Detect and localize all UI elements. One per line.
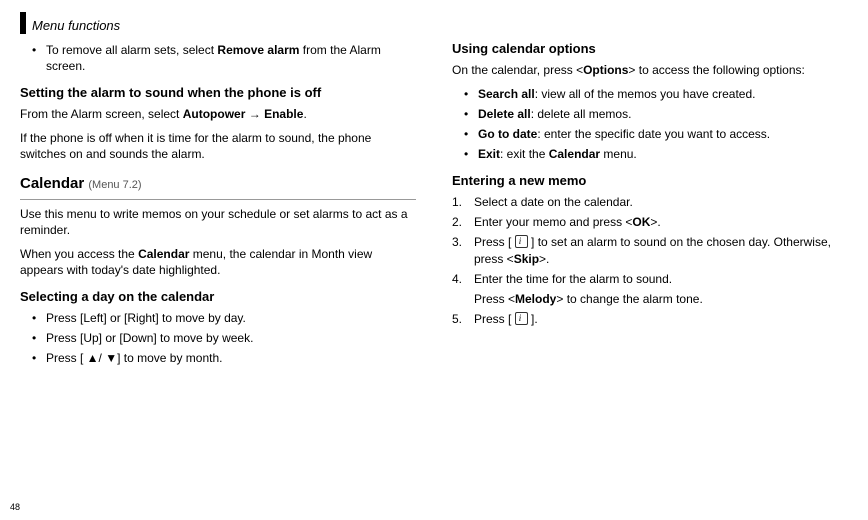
text: > to access the following options:: [628, 63, 804, 77]
bullet-text: Search all: view all of the memos you ha…: [478, 86, 848, 102]
text-bold: OK: [632, 215, 650, 229]
numbered-item: 2. Enter your memo and press <OK>.: [452, 214, 848, 230]
bullet-item: • Press [Left] or [Right] to move by day…: [20, 310, 416, 326]
subheading: Entering a new memo: [452, 172, 848, 190]
text: >.: [650, 215, 660, 229]
text-bold: Delete all: [478, 107, 531, 121]
item-number: 1.: [452, 194, 474, 210]
numbered-item: 5. Press [ ].: [452, 311, 848, 327]
text-bold: Remove alarm: [217, 43, 299, 57]
section-heading: Calendar (Menu 7.2): [20, 174, 416, 194]
bullet-dot: •: [464, 86, 478, 102]
bullet-text: To remove all alarm sets, select Remove …: [46, 42, 416, 74]
text: Press [: [474, 312, 515, 326]
text-bold: Skip: [514, 252, 539, 266]
text: To remove all alarm sets, select: [46, 43, 217, 57]
header-title: Menu functions: [32, 12, 120, 33]
content-columns: • To remove all alarm sets, select Remov…: [20, 40, 848, 371]
text: >.: [539, 252, 549, 266]
info-key-icon: [515, 235, 528, 248]
text: : exit the: [500, 147, 549, 161]
text-bold: Exit: [478, 147, 500, 161]
item-text: Press [ ].: [474, 311, 848, 327]
header-accent-bar: [20, 12, 26, 34]
item-text: Select a date on the calendar.: [474, 194, 848, 210]
subheading: Setting the alarm to sound when the phon…: [20, 84, 416, 102]
subheading: Selecting a day on the calendar: [20, 288, 416, 306]
paragraph: Use this menu to write memos on your sch…: [20, 206, 416, 238]
bullet-item: • Delete all: delete all memos.: [452, 106, 848, 122]
text: > to change the alarm tone.: [556, 292, 702, 306]
bullet-text: Press [Up] or [Down] to move by week.: [46, 330, 416, 346]
text: .: [303, 107, 306, 121]
column-right: Using calendar options On the calendar, …: [452, 40, 848, 371]
bullet-item: • Go to date: enter the specific date yo…: [452, 126, 848, 142]
numbered-item: 3. Press [ ] to set an alarm to sound on…: [452, 234, 848, 266]
paragraph: From the Alarm screen, select Autopower …: [20, 106, 416, 122]
text: : delete all memos.: [531, 107, 632, 121]
text-bold: Go to date: [478, 127, 537, 141]
item-text: Press [ ] to set an alarm to sound on th…: [474, 234, 848, 266]
bullet-text: Delete all: delete all memos.: [478, 106, 848, 122]
manual-page: Menu functions • To remove all alarm set…: [0, 0, 868, 520]
item-number: 2.: [452, 214, 474, 230]
text: From the Alarm screen, select: [20, 107, 183, 121]
page-number: 48: [10, 502, 20, 512]
item-text: Enter your memo and press <OK>.: [474, 214, 848, 230]
text: : enter the specific date you want to ac…: [537, 127, 770, 141]
bullet-text: Press [Left] or [Right] to move by day.: [46, 310, 416, 326]
bullet-dot: •: [464, 106, 478, 122]
numbered-item: 4. Enter the time for the alarm to sound…: [452, 271, 848, 287]
text: When you access the: [20, 247, 138, 261]
text-bold: Search all: [478, 87, 535, 101]
bullet-dot: •: [464, 126, 478, 142]
subheading: Using calendar options: [452, 40, 848, 58]
bullet-dot: •: [32, 310, 46, 326]
page-header: Menu functions: [20, 12, 848, 34]
bullet-dot: •: [32, 42, 46, 74]
info-key-icon: [515, 312, 528, 325]
bullet-item: • To remove all alarm sets, select Remov…: [20, 42, 416, 74]
text: ].: [528, 312, 538, 326]
text: On the calendar, press <: [452, 63, 583, 77]
item-number: 5.: [452, 311, 474, 327]
bullet-item: • Exit: exit the Calendar menu.: [452, 146, 848, 162]
item-number: 3.: [452, 234, 474, 266]
column-left: • To remove all alarm sets, select Remov…: [20, 40, 416, 371]
menu-reference: (Menu 7.2): [88, 179, 141, 191]
item-text: Enter the time for the alarm to sound.: [474, 271, 848, 287]
text: menu.: [600, 147, 637, 161]
text: →: [245, 107, 264, 121]
bullet-text: Go to date: enter the specific date you …: [478, 126, 848, 142]
bullet-item: • Press [Up] or [Down] to move by week.: [20, 330, 416, 346]
text-bold: Autopower: [183, 107, 246, 121]
bullet-dot: •: [32, 330, 46, 346]
text: Press <: [474, 292, 515, 306]
text-bold: Calendar: [549, 147, 600, 161]
text-bold: Calendar: [138, 247, 189, 261]
text: Press [: [474, 235, 515, 249]
bullet-item: • Search all: view all of the memos you …: [452, 86, 848, 102]
numbered-item: 1. Select a date on the calendar.: [452, 194, 848, 210]
section-rule: [20, 199, 416, 200]
bullet-item: • Press [ ▲/ ▼] to move by month.: [20, 350, 416, 366]
bullet-dot: •: [464, 146, 478, 162]
text-bold: Enable: [264, 107, 303, 121]
bullet-text: Exit: exit the Calendar menu.: [478, 146, 848, 162]
text: Enter your memo and press <: [474, 215, 632, 229]
text: : view all of the memos you have created…: [535, 87, 756, 101]
item-number: 4.: [452, 271, 474, 287]
text-bold: Melody: [515, 292, 556, 306]
paragraph: If the phone is off when it is time for …: [20, 130, 416, 162]
text-bold: Options: [583, 63, 628, 77]
paragraph: On the calendar, press <Options> to acce…: [452, 62, 848, 78]
bullet-dot: •: [32, 350, 46, 366]
numbered-item-sub: Press <Melody> to change the alarm tone.: [452, 291, 848, 307]
bullet-text: Press [ ▲/ ▼] to move by month.: [46, 350, 416, 366]
paragraph: When you access the Calendar menu, the c…: [20, 246, 416, 278]
section-title: Calendar: [20, 175, 84, 192]
